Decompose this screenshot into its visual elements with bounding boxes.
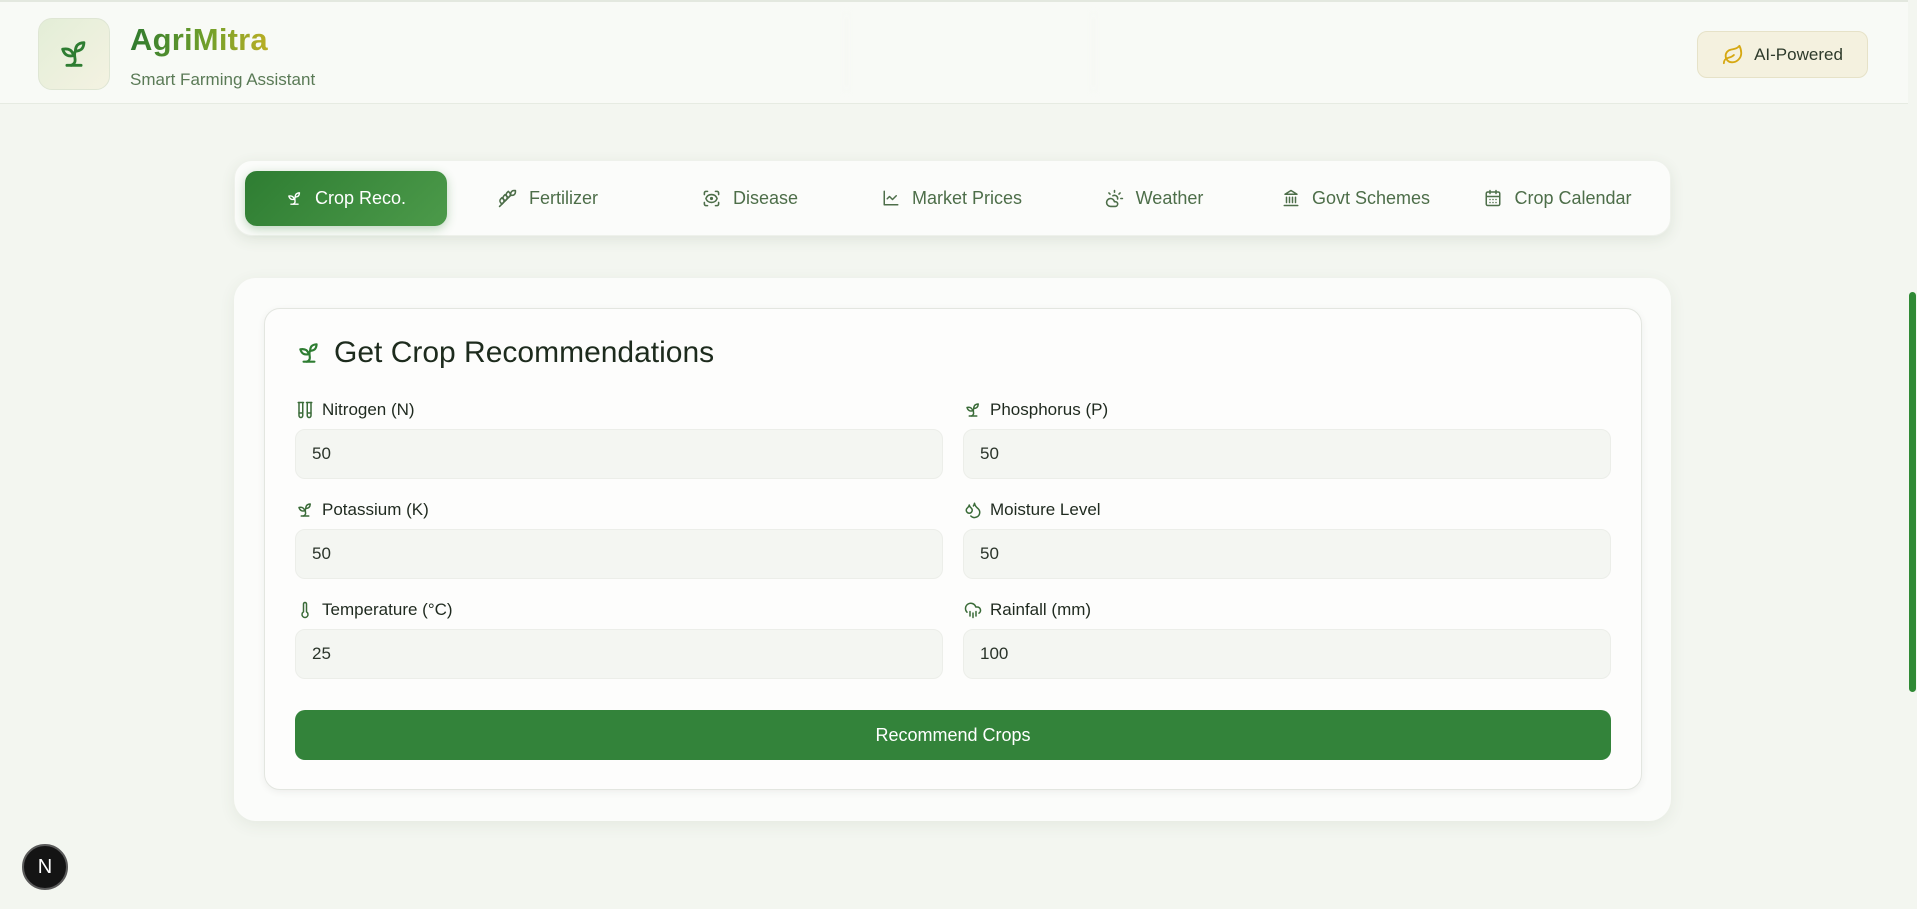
thermometer-icon <box>296 601 314 619</box>
tab-weather[interactable]: Weather <box>1053 171 1255 226</box>
header-stats-placeholder <box>600 10 1340 94</box>
ai-powered-badge: AI-Powered <box>1697 31 1868 78</box>
potassium-label: Potassium (K) <box>296 499 429 521</box>
form-title-text: Get Crop Recommendations <box>334 336 715 369</box>
sprout-icon <box>296 501 314 519</box>
tab-label: Disease <box>732 187 799 208</box>
cloud-rain-icon <box>964 601 982 619</box>
phosphorus-label: Phosphorus (P) <box>964 399 1108 421</box>
sprout-icon <box>57 37 91 71</box>
nitrogen-label: Nitrogen (N) <box>296 399 415 421</box>
field-label-text: Temperature (°C) <box>322 600 453 619</box>
tab-label: Crop Reco. <box>314 187 407 208</box>
ai-powered-label: AI-Powered <box>1754 44 1843 64</box>
nitrogen-input[interactable] <box>295 429 943 479</box>
recommend-crops-button[interactable]: Recommend Crops <box>295 710 1611 760</box>
landmark-icon <box>1282 189 1300 207</box>
stat-placeholder <box>1094 10 1340 94</box>
field-label-text: Moisture Level <box>990 500 1101 519</box>
tab-fertilizer[interactable]: Fertilizer <box>447 171 649 226</box>
field-label-text: Phosphorus (P) <box>990 400 1109 419</box>
sprout-icon <box>296 340 322 366</box>
temperature-label: Temperature (°C) <box>296 599 453 621</box>
field-label-text: Rainfall (mm) <box>990 600 1092 619</box>
stat-placeholder <box>847 10 1094 94</box>
sprout-icon <box>286 190 303 207</box>
tab-label: Fertilizer <box>528 187 598 208</box>
tab-label: Govt Schemes <box>1311 187 1431 208</box>
app-header: AgriMitra Smart Farming Assistant AI-Pow… <box>0 0 1917 104</box>
tab-label: Crop Calendar <box>1514 187 1632 208</box>
tab-crop-calendar[interactable]: Crop Calendar <box>1457 171 1659 226</box>
tab-label: Weather <box>1135 187 1204 208</box>
field-label-text: Nitrogen (N) <box>322 400 415 419</box>
scrollbar-thumb[interactable] <box>1909 292 1916 692</box>
scan-eye-icon <box>702 189 721 208</box>
tab-crop-reco[interactable]: Crop Reco. <box>245 170 447 226</box>
tab-label: Market Prices <box>911 187 1023 208</box>
tab-disease[interactable]: Disease <box>649 171 851 226</box>
line-chart-icon <box>882 189 900 207</box>
calendar-icon <box>1484 189 1502 207</box>
field-label-text: Potassium (K) <box>322 500 429 519</box>
tab-market-prices[interactable]: Market Prices <box>851 171 1053 226</box>
brand-name: AgriMitra <box>130 22 268 57</box>
scrollbar[interactable] <box>1908 0 1917 909</box>
brand-subtitle: Smart Farming Assistant <box>130 70 316 89</box>
rainfall-input[interactable] <box>963 629 1611 679</box>
temperature-input[interactable] <box>295 629 943 679</box>
feature-tabs: Crop Reco. Fertilizer Disease Market Pri… <box>234 160 1671 236</box>
potassium-input[interactable] <box>295 529 943 579</box>
moisture-label: Moisture Level <box>964 499 1101 521</box>
sprout-icon <box>964 401 982 419</box>
droplets-icon <box>964 501 982 519</box>
rainfall-label: Rainfall (mm) <box>964 599 1091 621</box>
stat-placeholder <box>600 10 847 94</box>
leaf-icon <box>1722 44 1744 66</box>
phosphorus-input[interactable] <box>963 429 1611 479</box>
dev-badge-label: N <box>37 855 53 878</box>
moisture-input[interactable] <box>963 529 1611 579</box>
logo[interactable] <box>38 18 110 90</box>
test-tubes-icon <box>296 401 314 419</box>
wheat-icon <box>498 189 517 208</box>
form-title: Get Crop Recommendations <box>296 336 714 370</box>
sun-cloud-icon <box>1105 189 1124 208</box>
dev-tools-badge[interactable]: N <box>22 844 68 890</box>
tab-govt-schemes[interactable]: Govt Schemes <box>1255 171 1457 226</box>
